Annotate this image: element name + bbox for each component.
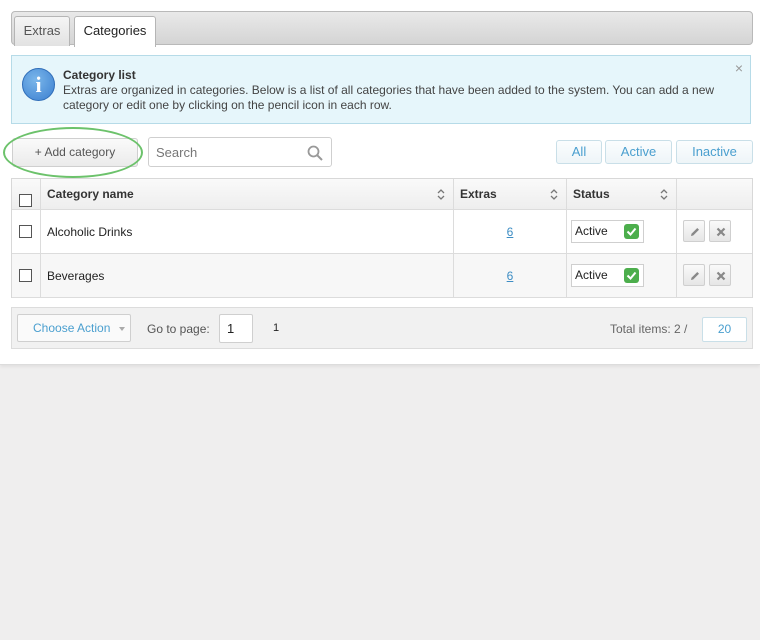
header-status[interactable]: Status <box>567 179 677 209</box>
per-page-select[interactable]: 20 <box>702 317 747 342</box>
category-name: Alcoholic Drinks <box>47 225 133 239</box>
choose-action-dropdown[interactable]: Choose Action <box>17 314 131 342</box>
header-label: Status <box>573 187 610 201</box>
search-input[interactable] <box>150 139 300 165</box>
category-name-cell: Alcoholic Drinks <box>41 210 454 253</box>
categories-table: Category name Extras Status Alcoholic Dr… <box>11 178 753 298</box>
header-select-cell <box>12 179 41 209</box>
table-header: Category name Extras Status <box>12 179 752 210</box>
check-icon <box>624 224 639 239</box>
info-box: i Category list Extras are organized in … <box>11 55 751 124</box>
info-icon: i <box>22 68 55 101</box>
header-extras[interactable]: Extras <box>454 179 567 209</box>
extras-count-link[interactable]: 6 <box>454 269 566 283</box>
status-select[interactable]: Active <box>571 220 644 243</box>
delete-button[interactable] <box>709 220 731 242</box>
add-category-button[interactable]: + Add category <box>12 138 138 167</box>
edit-button[interactable] <box>683 220 705 242</box>
goto-page-label: Go to page: <box>147 322 210 336</box>
status-label: Active <box>575 224 608 238</box>
close-icon[interactable]: × <box>735 60 743 76</box>
extras-count-link[interactable]: 6 <box>454 225 566 239</box>
check-icon <box>624 268 639 283</box>
header-label: Category name <box>47 187 134 201</box>
actions-cell <box>677 210 753 253</box>
search-icon[interactable] <box>307 145 323 161</box>
header-category-name[interactable]: Category name <box>41 179 454 209</box>
filter-all-button[interactable]: All <box>556 140 602 164</box>
edit-button[interactable] <box>683 264 705 286</box>
category-name: Beverages <box>47 269 105 283</box>
tab-categories[interactable]: Categories <box>74 16 156 47</box>
page-link[interactable]: 1 <box>273 322 279 334</box>
info-title: Category list <box>63 68 136 82</box>
info-text: Extras are organized in categories. Belo… <box>63 83 715 112</box>
filter-active-button[interactable]: Active <box>605 140 672 164</box>
main-panel: Extras Categories i Category list Extras… <box>0 0 760 365</box>
pencil-icon <box>691 272 699 280</box>
choose-action-label: Choose Action <box>33 321 111 335</box>
row-select-cell <box>12 210 41 253</box>
table-footer: Choose Action Go to page: 1 1 Total item… <box>11 307 753 349</box>
table-row: Beverages 6 Active <box>12 254 752 298</box>
status-label: Active <box>575 268 608 282</box>
table-row: Alcoholic Drinks 6 Active <box>12 210 752 254</box>
select-all-checkbox[interactable] <box>19 194 32 207</box>
goto-page-input[interactable]: 1 <box>219 314 253 343</box>
search-box <box>148 137 332 167</box>
sort-icon[interactable] <box>550 188 558 201</box>
close-icon <box>716 271 726 281</box>
caret-down-icon <box>119 327 125 331</box>
status-cell: Active <box>567 210 677 253</box>
extras-cell: 6 <box>454 210 567 253</box>
pencil-icon <box>691 228 699 236</box>
sort-icon[interactable] <box>437 188 445 201</box>
sort-icon[interactable] <box>660 188 668 201</box>
filter-inactive-button[interactable]: Inactive <box>676 140 753 164</box>
tab-bar: Extras Categories <box>11 11 753 47</box>
total-items-label: Total items: 2 / <box>610 322 688 336</box>
row-select-cell <box>12 254 41 297</box>
row-checkbox[interactable] <box>19 225 32 238</box>
status-select[interactable]: Active <box>571 264 644 287</box>
header-actions <box>677 179 753 209</box>
row-checkbox[interactable] <box>19 269 32 282</box>
status-cell: Active <box>567 254 677 297</box>
actions-cell <box>677 254 753 297</box>
delete-button[interactable] <box>709 264 731 286</box>
category-name-cell: Beverages <box>41 254 454 297</box>
extras-cell: 6 <box>454 254 567 297</box>
tab-extras[interactable]: Extras <box>14 16 70 46</box>
close-icon <box>716 227 726 237</box>
header-label: Extras <box>460 187 497 201</box>
